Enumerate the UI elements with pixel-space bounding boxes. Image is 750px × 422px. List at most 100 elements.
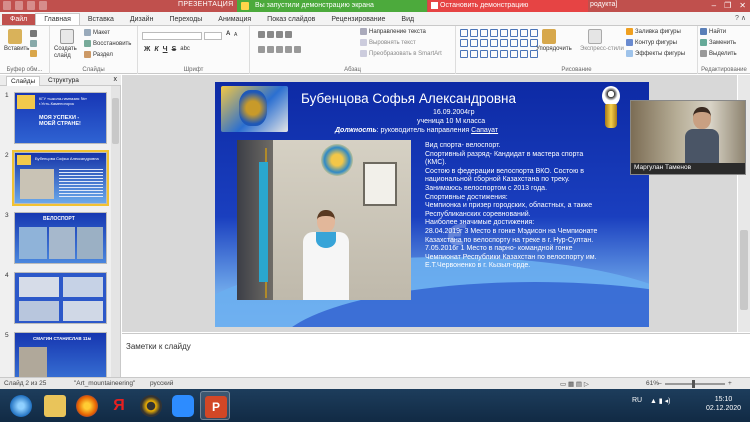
italic-button[interactable]: К <box>154 46 158 53</box>
tab-home[interactable]: Главная <box>35 13 80 25</box>
pause-share-icon[interactable] <box>241 2 249 10</box>
tab-slideshow[interactable]: Показ слайдов <box>259 14 323 25</box>
student-photo[interactable] <box>237 140 411 300</box>
tab-slides-panel[interactable]: Слайды <box>6 76 41 86</box>
tab-design[interactable]: Дизайн <box>122 14 162 25</box>
scrollbar-thumb[interactable] <box>112 98 119 144</box>
underline-button[interactable]: Ч <box>163 46 168 53</box>
body-line: Казахстана по велоспорту на треке в г. Н… <box>425 236 594 244</box>
tab-file[interactable]: Файл <box>2 14 36 25</box>
section-button[interactable]: Раздел <box>84 51 113 58</box>
position-line[interactable]: Должность: руководитель направления Сапа… <box>335 127 498 134</box>
zoom-out-button[interactable]: – <box>658 380 662 387</box>
shape-effects-button[interactable]: Эффекты фигуры <box>626 50 685 57</box>
tab-transitions[interactable]: Переходы <box>161 14 210 25</box>
layout-button[interactable]: Макет <box>84 29 110 36</box>
redo-icon[interactable] <box>39 1 47 10</box>
slide-thumbnail-1[interactable]: КГУ «школа-гимназия №» г.Усть-Каменогорс… <box>14 92 107 144</box>
body-line: Вид спорта- велоспорт. <box>425 142 501 149</box>
zoom-slider[interactable] <box>665 383 725 385</box>
paste-icon[interactable] <box>8 29 22 44</box>
find-button[interactable]: Найти <box>700 28 726 35</box>
align-icons[interactable] <box>258 46 301 53</box>
copy-icon[interactable] <box>30 40 37 47</box>
taskbar-explorer[interactable] <box>40 391 70 420</box>
slide-thumbnail-2[interactable]: Бубенцова Софья Александровна <box>12 150 109 206</box>
paste-button[interactable]: Вставить <box>4 46 29 52</box>
font-shrink-button[interactable]: A <box>234 32 237 38</box>
taskbar-app[interactable] <box>136 391 166 420</box>
stop-share-button[interactable]: Остановить демонстрацию <box>428 0 588 12</box>
tab-review[interactable]: Рецензирование <box>323 14 393 25</box>
restore-button[interactable]: ❐ <box>724 1 731 10</box>
body-line: (КМС). <box>425 159 447 167</box>
shadow-button[interactable]: abc <box>180 46 190 53</box>
tab-animation[interactable]: Анимация <box>210 14 259 25</box>
replace-button[interactable]: Заменить <box>700 39 736 46</box>
video-feed <box>631 101 745 163</box>
current-slide[interactable]: Бубенцова Софья Александровна 16.09.2004… <box>215 82 649 327</box>
bold-button[interactable]: Ж <box>144 46 150 53</box>
quick-styles-icon[interactable] <box>588 29 602 44</box>
view-buttons[interactable]: ▭ ▦ ▤ ▷ <box>560 380 589 388</box>
slide-title[interactable]: Бубенцова Софья Александровна <box>301 91 516 106</box>
font-size-combo[interactable] <box>204 32 222 40</box>
taskbar-zoom[interactable] <box>168 391 198 420</box>
thumbnails-scrollbar[interactable] <box>111 86 120 377</box>
quick-access-toolbar <box>3 1 47 10</box>
slide-body-text[interactable]: Вид спорта- велоспорт. Спортивный разряд… <box>425 142 645 271</box>
video-call-thumbnail[interactable]: Маргулан Таменов <box>630 100 746 175</box>
strike-button[interactable]: S <box>172 46 177 53</box>
new-slide-icon[interactable] <box>60 29 74 44</box>
reset-button[interactable]: Восстановить <box>84 40 131 47</box>
notes-pane[interactable]: Заметки к слайду <box>122 333 750 377</box>
slide-thumbnail-4[interactable] <box>14 272 107 324</box>
font-group: A A Ж К Ч S abc Шрифт <box>138 26 250 74</box>
shape-fill-button[interactable]: Заливка фигуры <box>626 28 681 35</box>
undo-icon[interactable] <box>27 1 35 10</box>
tab-outline-panel[interactable]: Структура <box>44 76 83 85</box>
text-direction-button[interactable]: Направление текста <box>360 28 426 35</box>
layout-icon <box>84 29 91 36</box>
format-painter-icon[interactable] <box>30 50 37 57</box>
shape-outline-button[interactable]: Контур фигуры <box>626 39 677 46</box>
tab-insert[interactable]: Вставка <box>80 14 122 25</box>
align-text-button[interactable]: Выровнять текст <box>360 39 416 46</box>
slide-thumbnail-3[interactable]: ВЕЛОСПОРТ <box>14 212 107 264</box>
tab-view[interactable]: Вид <box>393 14 422 25</box>
font-family-combo[interactable] <box>142 32 202 40</box>
thumb-photo <box>63 301 103 321</box>
arrange-icon[interactable] <box>542 29 556 44</box>
cut-icon[interactable] <box>30 30 37 37</box>
tray-icons[interactable]: ▲ ▮ ◂) <box>650 397 671 405</box>
new-slide-button[interactable]: Создать слайд <box>54 46 77 60</box>
help-icon[interactable]: ? ∧ <box>735 14 746 22</box>
zoom-slider-handle[interactable] <box>692 380 695 388</box>
select-button[interactable]: Выделить <box>700 50 737 57</box>
close-panel-icon[interactable]: x <box>114 76 118 83</box>
shapes-gallery[interactable] <box>460 29 538 59</box>
start-button[interactable] <box>6 391 36 420</box>
taskbar-clock[interactable]: 15:10 02.12.2020 <box>706 395 741 413</box>
student-class[interactable]: ученица 10 М класса <box>417 118 485 125</box>
bullets-icon[interactable] <box>258 31 292 38</box>
scrollbar-thumb[interactable] <box>740 230 748 310</box>
student-figure <box>301 210 351 300</box>
smartart-button[interactable]: Преобразовать в SmartArt <box>360 50 442 57</box>
minimize-button[interactable]: – <box>712 1 716 10</box>
slide-thumbnail-5[interactable]: СМАГИН СТАНИСЛАВ 11м <box>14 332 107 377</box>
arrange-button[interactable]: Упорядочить <box>536 46 572 52</box>
taskbar-powerpoint[interactable]: P <box>200 391 230 420</box>
birth-date[interactable]: 16.09.2004гр <box>433 109 474 116</box>
zoom-in-button[interactable]: + <box>728 380 732 387</box>
font-grow-button[interactable]: A <box>226 31 230 37</box>
close-button[interactable]: ✕ <box>739 1 746 10</box>
save-icon[interactable] <box>15 1 23 10</box>
body-line: Чемпионат Республики Казахстан по велосп… <box>425 253 597 261</box>
input-language[interactable]: RU <box>632 397 642 404</box>
quick-styles-button[interactable]: Экспресс-стили <box>580 46 624 52</box>
taskbar-firefox[interactable] <box>72 391 102 420</box>
app-icon[interactable] <box>3 1 11 10</box>
language-indicator[interactable]: русский <box>150 380 173 387</box>
taskbar-yandex[interactable]: Я <box>104 391 134 420</box>
